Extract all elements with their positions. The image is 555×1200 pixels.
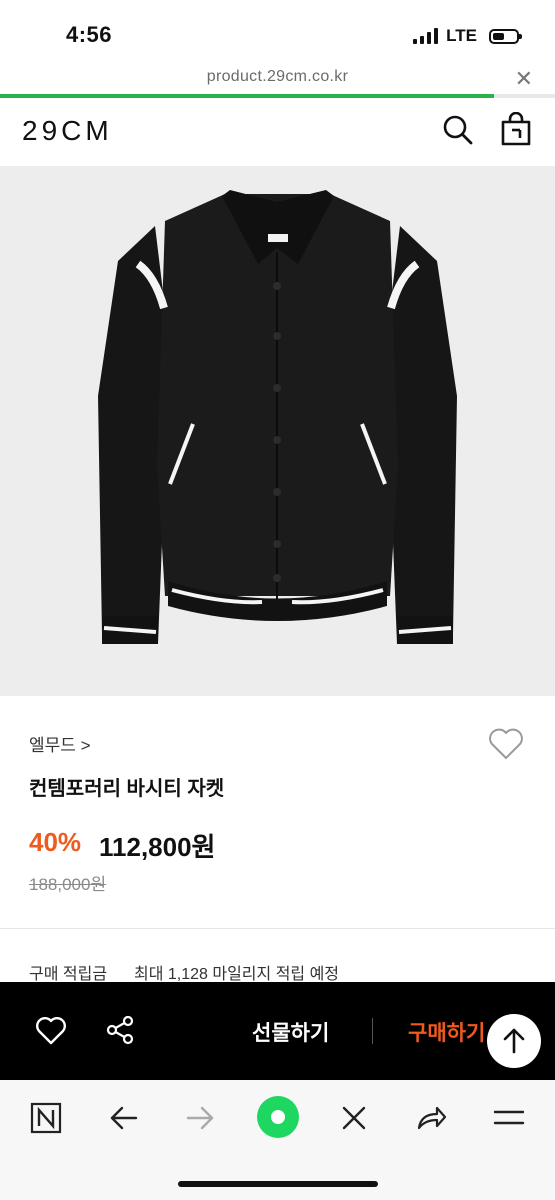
product-image[interactable] [0, 166, 555, 696]
brand-link[interactable]: 엘무드 > [29, 731, 91, 756]
menu-icon[interactable] [487, 1096, 531, 1140]
share-arrow-icon[interactable] [409, 1096, 453, 1140]
battery-icon [489, 28, 522, 44]
section-divider [0, 928, 555, 929]
original-price: 188,000원 [29, 875, 107, 894]
load-progress-fill [0, 94, 494, 98]
forward-arrow-icon[interactable] [178, 1096, 222, 1140]
signal-icon [413, 28, 439, 44]
sale-price: 112,800원 [99, 832, 216, 862]
green-dot-icon[interactable] [255, 1094, 301, 1140]
buy-button[interactable]: 구매하기 [408, 1017, 485, 1047]
back-arrow-icon[interactable] [102, 1096, 146, 1140]
arrow-up-icon [503, 1028, 525, 1054]
points-value: 최대 1,128 마일리지 적립 예정 [134, 966, 340, 983]
discount-rate: 40% [29, 827, 82, 857]
search-icon[interactable] [440, 112, 476, 148]
wishlist-heart-icon[interactable] [486, 724, 526, 764]
button-separator [372, 1018, 373, 1044]
status-time: 4:56 [66, 22, 113, 47]
close-tab-icon[interactable]: ✕ [515, 66, 533, 92]
product-name: 컨템포러리 바시티 자켓 [29, 778, 225, 800]
site-logo[interactable]: 29CM [22, 115, 113, 147]
status-indicators: LTE [413, 26, 522, 46]
naver-n-icon[interactable] [24, 1096, 68, 1140]
url-text[interactable]: product.29cm.co.kr [0, 68, 555, 86]
varsity-jacket-image [98, 190, 457, 644]
close-icon[interactable] [332, 1096, 376, 1140]
gift-button[interactable]: 선물하기 [252, 1017, 329, 1047]
load-progress-bar [0, 94, 555, 98]
home-indicator [178, 1181, 378, 1187]
heart-icon[interactable] [34, 1014, 68, 1048]
network-label: LTE [446, 26, 477, 45]
share-icon[interactable] [102, 1012, 138, 1048]
scroll-top-button[interactable] [487, 1014, 541, 1068]
points-label: 구매 적립금 [29, 966, 108, 983]
shopping-bag-icon[interactable] [498, 112, 534, 148]
